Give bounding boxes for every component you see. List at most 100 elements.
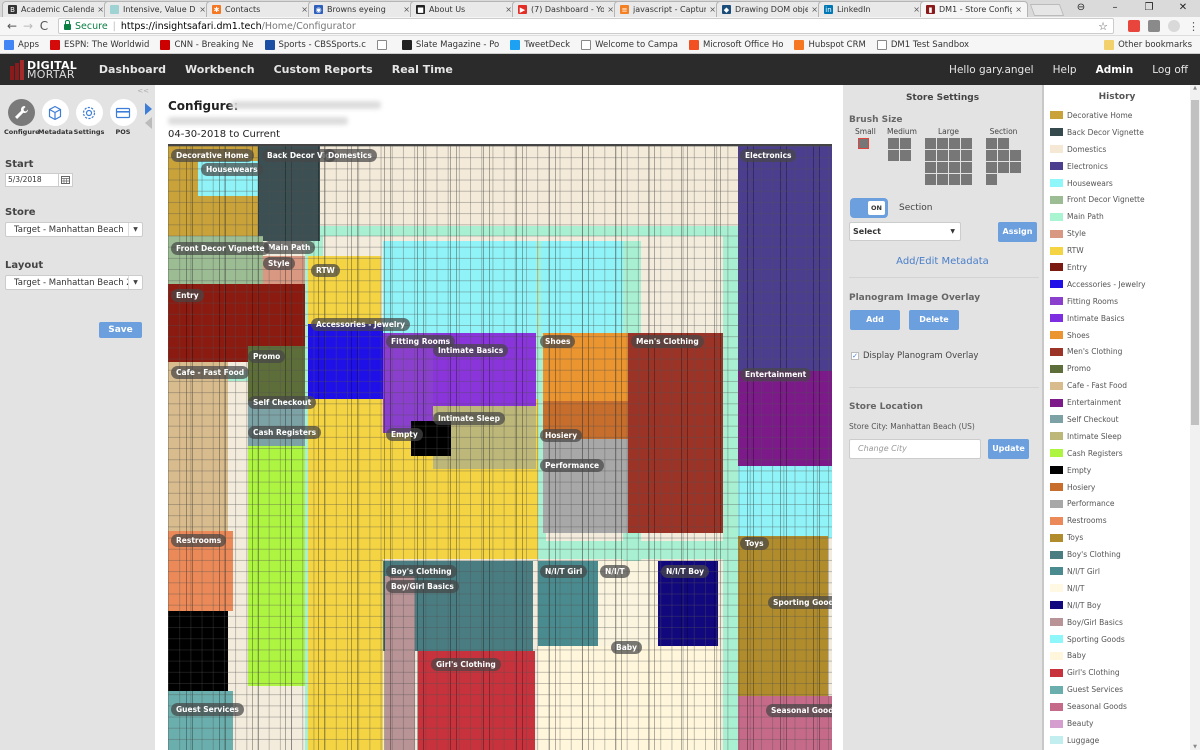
expand-right-icon[interactable] — [145, 103, 152, 115]
bookmark-item[interactable]: Sports - CBSSports.c — [264, 39, 366, 50]
history-item[interactable]: Intimate Sleep — [1044, 428, 1190, 445]
zone-toys[interactable] — [738, 536, 828, 696]
browser-tab[interactable]: ▶ (7) Dashboard - You × — [512, 1, 620, 17]
bookmark-star-icon[interactable]: ☆ — [1098, 20, 1108, 33]
change-city-input[interactable]: Change City — [849, 439, 981, 459]
save-button[interactable]: Save — [99, 322, 142, 338]
history-item[interactable]: Self Checkout — [1044, 411, 1190, 428]
history-item[interactable]: Seasonal Goods — [1044, 698, 1190, 715]
brush-large[interactable]: Large — [925, 127, 972, 185]
tool-metadata[interactable]: Metadata — [38, 99, 73, 136]
brush-section[interactable]: Section — [986, 127, 1021, 185]
zone-boy-girl-basics[interactable] — [385, 576, 415, 750]
history-item[interactable]: Restrooms — [1044, 512, 1190, 529]
scroll-up-arrow[interactable]: ▲ — [1190, 85, 1200, 91]
nav-admin[interactable]: Admin — [1096, 64, 1134, 76]
layout-select[interactable]: Target - Manhattan Beach 2... ▼ — [5, 275, 143, 290]
history-item[interactable]: Sporting Goods — [1044, 631, 1190, 648]
history-item[interactable]: Domestics — [1044, 141, 1190, 158]
bookmark-item[interactable]: DM1 Test Sandbox — [876, 39, 969, 50]
browser-tab[interactable]: ◆ Drawing DOM objec × — [716, 1, 824, 17]
back-button[interactable]: ← — [4, 19, 20, 33]
tool-settings[interactable]: Settings — [72, 99, 106, 136]
scroll-down-arrow[interactable]: ▼ — [1190, 744, 1200, 750]
history-item[interactable]: Beauty — [1044, 715, 1190, 732]
digital-mortar-logo[interactable]: DIGITAL MORTAR — [10, 59, 77, 80]
extension-icon[interactable] — [1168, 20, 1180, 32]
tool-pos[interactable]: POS — [106, 99, 140, 136]
user-greeting[interactable]: Hello gary.angel — [949, 64, 1034, 76]
collapse-sidebar-button[interactable]: << — [137, 87, 149, 95]
zone-electronics[interactable] — [738, 146, 832, 371]
url-input[interactable]: Secure | https://insightsafari.dm1.tech … — [58, 18, 1114, 34]
close-tab-icon[interactable]: × — [403, 5, 410, 14]
close-tab-icon[interactable]: × — [97, 5, 104, 14]
history-item[interactable]: Hosiery — [1044, 479, 1190, 496]
history-item[interactable]: N/I/T — [1044, 580, 1190, 597]
history-item[interactable]: Cash Registers — [1044, 445, 1190, 462]
history-item[interactable]: Promo — [1044, 360, 1190, 377]
zone-rtw[interactable] — [308, 556, 383, 750]
history-item[interactable]: Shoes — [1044, 327, 1190, 344]
collapse-left-icon[interactable] — [145, 117, 152, 129]
history-item[interactable]: Empty — [1044, 462, 1190, 479]
close-tab-icon[interactable]: × — [709, 5, 716, 14]
other-bookmarks[interactable]: Other bookmarks — [1104, 39, 1192, 50]
browser-tab[interactable]: ✱ Contacts × — [206, 1, 314, 17]
zone-accessories-jewelry[interactable] — [308, 324, 383, 399]
close-tab-icon[interactable]: × — [607, 5, 614, 14]
browser-tab[interactable]: ▮ DM1 - Store Config × — [920, 1, 1028, 17]
bookmark-item[interactable]: Microsoft Office Ho — [688, 39, 783, 50]
browser-tab[interactable]: ■ About Us × — [410, 1, 518, 17]
browser-tab[interactable]: Intensive, Value Driv× — [104, 1, 212, 17]
new-tab-button[interactable] — [1029, 4, 1065, 16]
delete-planogram-button[interactable]: Delete — [909, 310, 959, 330]
zone-baby[interactable] — [538, 646, 721, 750]
add-edit-metadata-link[interactable]: Add/Edit Metadata — [843, 256, 1042, 267]
start-date-input[interactable]: 5/3/2018 — [5, 173, 73, 187]
history-item[interactable]: Girl's Clothing — [1044, 664, 1190, 681]
history-item[interactable]: Performance — [1044, 495, 1190, 512]
history-item[interactable]: Men's Clothing — [1044, 343, 1190, 360]
history-item[interactable]: N/I/T Boy — [1044, 597, 1190, 614]
profile-icon[interactable]: ⊖ — [1064, 0, 1098, 17]
zone-sporting-goods[interactable] — [738, 466, 832, 538]
history-item[interactable]: Luggage — [1044, 732, 1190, 749]
calendar-icon[interactable] — [59, 173, 73, 187]
close-tab-icon[interactable]: × — [811, 5, 818, 14]
bookmark-item[interactable]: Welcome to Campa — [581, 39, 678, 50]
reload-button[interactable]: C — [36, 19, 52, 33]
start-date-value[interactable]: 5/3/2018 — [5, 173, 59, 187]
bookmark-item[interactable]: Slate Magazine - Po — [401, 39, 499, 50]
forward-button[interactable]: → — [20, 19, 36, 33]
bookmark-item[interactable]: Apps — [4, 39, 39, 50]
store-select[interactable]: Target - Manhattan Beach ▼ — [5, 222, 143, 237]
nav-real-time[interactable]: Real Time — [392, 63, 453, 76]
nav-custom-reports[interactable]: Custom Reports — [274, 63, 373, 76]
bookmark-item[interactable]: Hubspot CRM — [794, 39, 866, 50]
add-planogram-button[interactable]: Add — [850, 310, 900, 330]
zone-cash-registers[interactable] — [248, 446, 305, 686]
zone-domestics[interactable] — [320, 146, 738, 226]
browser-tab[interactable]: in LinkedIn × — [818, 1, 926, 17]
history-item[interactable]: Cafe - Fast Food — [1044, 377, 1190, 394]
bookmark-item[interactable]: TweetDeck — [510, 39, 570, 50]
nav-workbench[interactable]: Workbench — [185, 63, 255, 76]
history-item[interactable]: Front Decor Vignette — [1044, 191, 1190, 208]
secure-indicator[interactable]: Secure — [64, 20, 108, 32]
close-tab-icon[interactable]: × — [199, 5, 206, 14]
history-item[interactable]: N/I/T Girl — [1044, 563, 1190, 580]
section-select[interactable]: Select ▼ — [849, 222, 961, 241]
zone-housewears[interactable] — [541, 241, 623, 333]
assign-button[interactable]: Assign — [998, 222, 1037, 242]
browser-tab[interactable]: ◉ Browns eyeing × — [308, 1, 416, 17]
minimize-button[interactable]: – — [1098, 0, 1132, 17]
display-overlay-checkbox[interactable]: ✓ Display Planogram Overlay — [851, 351, 978, 361]
page-scrollbar[interactable]: ▲ ▼ — [1190, 85, 1200, 750]
browser-menu-icon[interactable]: ⋮ — [1188, 20, 1199, 33]
history-item[interactable]: Fitting Rooms — [1044, 293, 1190, 310]
history-item[interactable]: Style — [1044, 225, 1190, 242]
history-item[interactable]: Entry — [1044, 259, 1190, 276]
tool-configure[interactable]: Configure — [4, 99, 40, 136]
zone-performance[interactable] — [543, 439, 628, 533]
